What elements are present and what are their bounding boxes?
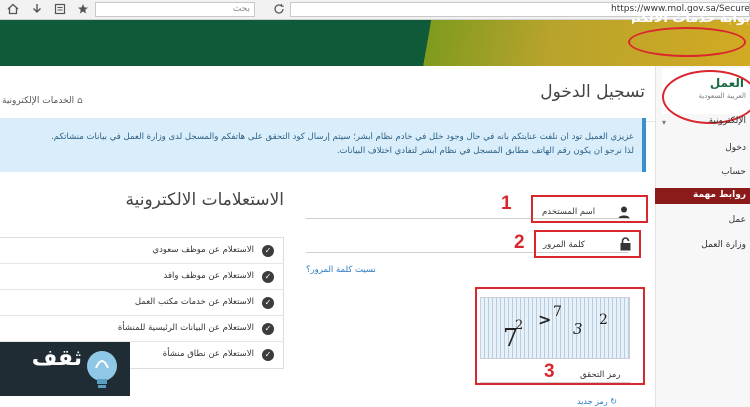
sidebar-item-login[interactable]: دخول: [725, 143, 746, 153]
sidebar-item-account[interactable]: حساب: [721, 167, 746, 177]
check-circle-icon: ✓: [262, 297, 274, 309]
page-header: تسجيل الدخول: [0, 66, 655, 122]
annotation-box-password: [534, 230, 641, 258]
lightbulb-icon: [82, 346, 122, 392]
forgot-password-link[interactable]: نسيت كلمة المرور؟: [306, 265, 376, 275]
refresh-icon[interactable]: [272, 3, 286, 17]
list-item[interactable]: ✓ الاستعلام عن موظف وافد: [0, 264, 284, 290]
home-icon: ⌂: [76, 96, 83, 106]
list-item[interactable]: ✓ الاستعلام عن موظف سعودي: [0, 238, 284, 264]
star-icon[interactable]: [76, 3, 90, 17]
bookmark-list-icon[interactable]: [53, 3, 67, 17]
home-icon[interactable]: [6, 3, 20, 17]
page-title: تسجيل الدخول: [540, 82, 645, 102]
annotation-number-2: 2: [514, 232, 525, 253]
check-circle-icon: ✓: [262, 271, 274, 283]
sidebar-item-eservices[interactable]: الإلكترونية: [709, 116, 746, 126]
list-item-label: الاستعلام عن موظف سعودي: [152, 245, 254, 255]
download-icon[interactable]: [30, 3, 44, 17]
refresh-icon: ↻: [610, 397, 617, 406]
annotation-number-1: 1: [501, 193, 512, 214]
chevron-down-icon[interactable]: ▾: [662, 118, 666, 127]
list-item-label: الاستعلام عن نطاق منشأة: [162, 349, 254, 359]
annotation-box-captcha: [475, 287, 645, 385]
watermark-text: ثقف: [31, 346, 82, 371]
info-notice: عزيزي العميل تود ان نلفت عنايتكم بأنه في…: [0, 118, 646, 172]
list-item[interactable]: ✓ الاستعلام عن البيانات الرئيسية للمنشأة: [0, 316, 284, 342]
annotation-number-3: 3: [544, 361, 555, 382]
annotation-box-username: [531, 195, 648, 223]
list-item-label: الاستعلام عن البيانات الرئيسية للمنشأة: [117, 323, 254, 333]
notice-line-1: عزيزي العميل تود ان نلفت عنايتكم بأنه في…: [51, 132, 634, 142]
notice-line-2: لذا نرجو ان يكون رقم الهاتف مطابق المسجل…: [336, 146, 634, 156]
inquiries-title: الاستعلامات الالكترونية: [125, 190, 284, 210]
sidebar-item-label: روابط مهمة: [692, 190, 746, 200]
browser-search-input[interactable]: بحث: [95, 2, 255, 17]
list-item-label: الاستعلام عن موظف وافد: [163, 271, 254, 281]
check-circle-icon: ✓: [262, 323, 274, 335]
breadcrumb[interactable]: ⌂ الخدمات الإلكترونية: [2, 96, 83, 106]
annotation-ellipse-banner: [628, 27, 746, 57]
sidebar-item-important-links[interactable]: روابط مهمة: [655, 188, 750, 204]
list-item[interactable]: ✓ الاستعلام عن خدمات مكتب العمل: [0, 290, 284, 316]
new-captcha-label: رمز جديد: [577, 397, 608, 406]
check-circle-icon: ✓: [262, 245, 274, 257]
sidebar-item-work[interactable]: عمل: [729, 215, 746, 225]
sidebar-item-ministry[interactable]: وزارة العمل: [701, 240, 746, 250]
check-circle-icon: ✓: [262, 349, 274, 361]
new-captcha-link[interactable]: ↻ رمز جديد: [577, 397, 617, 406]
breadcrumb-item[interactable]: الخدمات الإلكترونية: [2, 96, 74, 106]
list-item-label: الاستعلام عن خدمات مكتب العمل: [134, 297, 254, 307]
